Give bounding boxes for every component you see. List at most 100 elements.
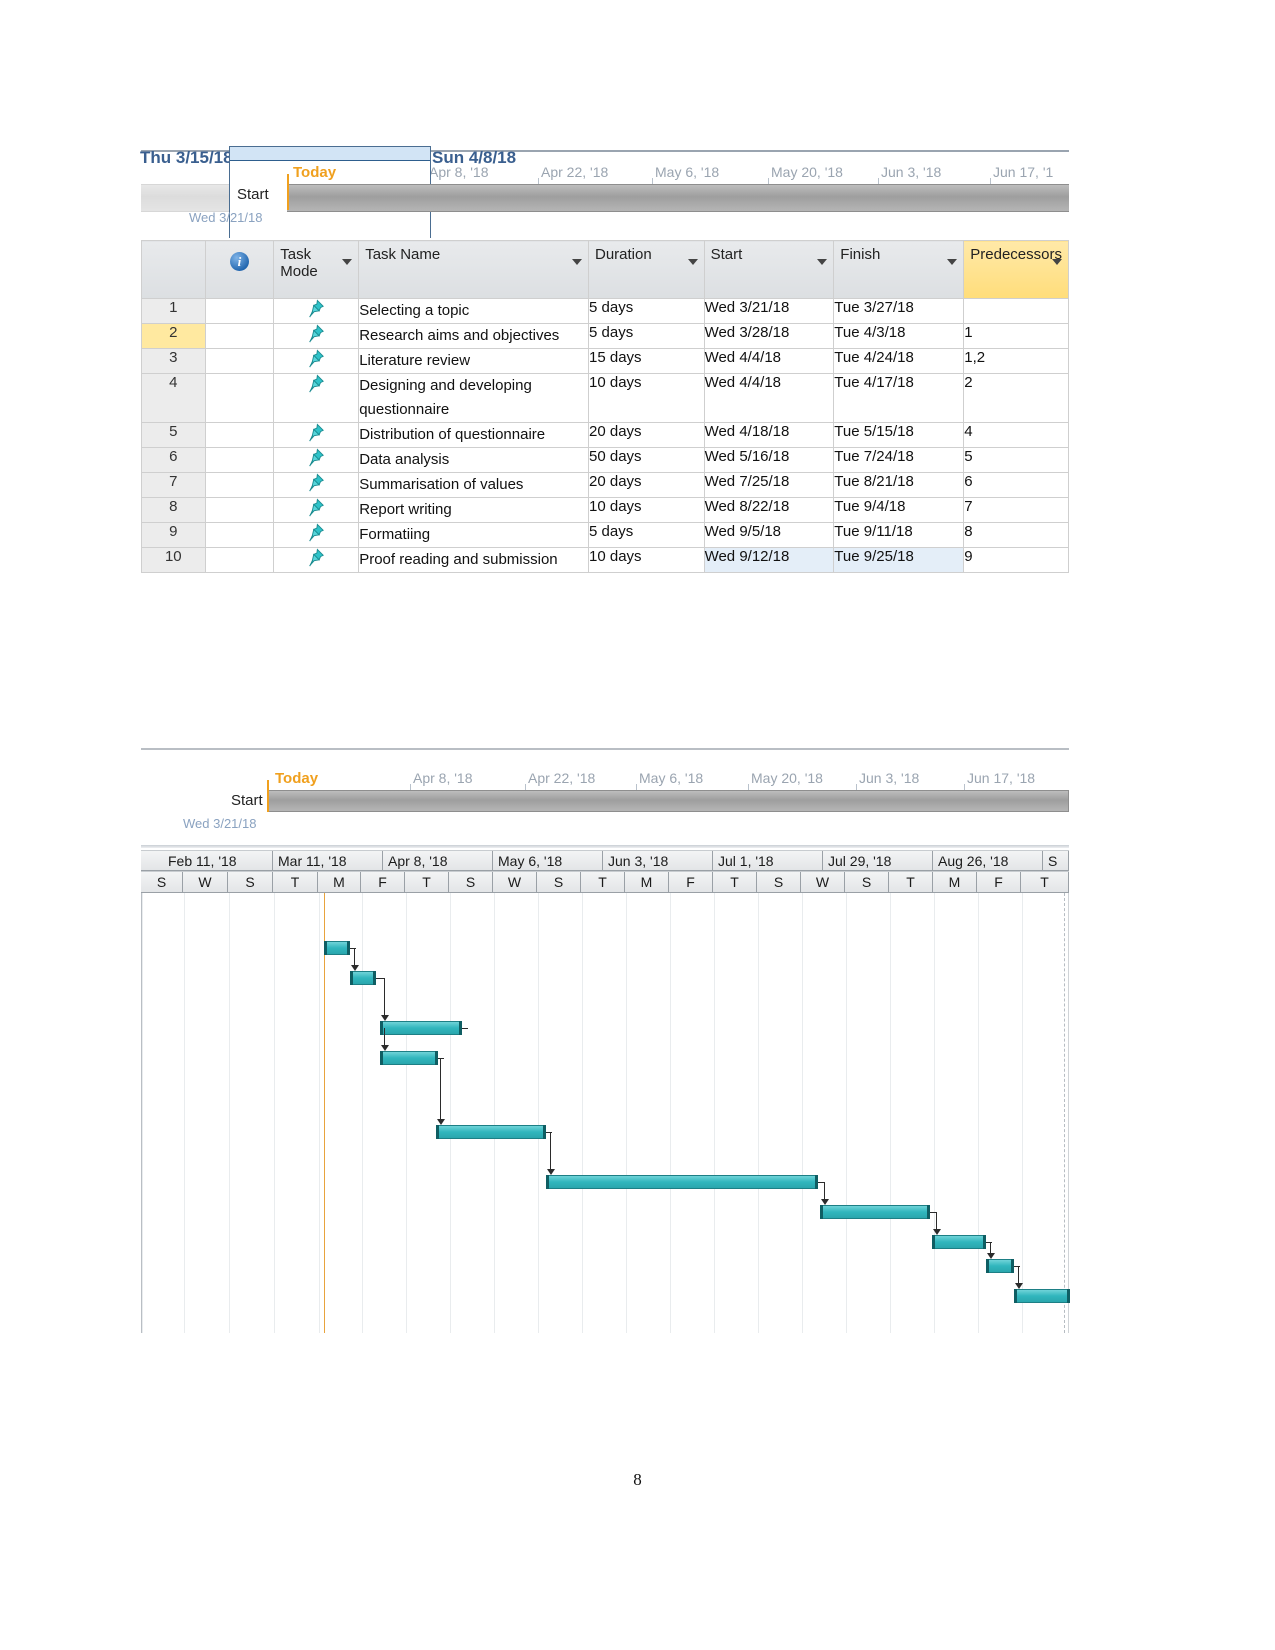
chevron-down-icon[interactable] bbox=[947, 259, 958, 265]
gantt-bar[interactable] bbox=[932, 1235, 986, 1249]
row-task-mode[interactable] bbox=[273, 547, 360, 573]
column-header-start[interactable]: Start bbox=[703, 240, 835, 299]
row-finish[interactable]: Tue 7/24/18 bbox=[833, 447, 965, 473]
row-id[interactable]: 8 bbox=[141, 497, 206, 523]
table-row[interactable]: 5 Distribution of questionnaire 20 days Wed… bbox=[141, 422, 1069, 448]
row-task-name[interactable]: Distribution of questionnaire bbox=[358, 422, 589, 448]
row-predecessors[interactable]: 8 bbox=[963, 522, 1069, 548]
row-predecessors[interactable]: 1 bbox=[963, 323, 1069, 349]
table-row[interactable]: 9 Formatiing 5 days Wed 9/5/18 Tue 9/11/18 8 bbox=[141, 522, 1069, 548]
row-predecessors[interactable]: 9 bbox=[963, 547, 1069, 573]
row-task-name[interactable]: Selecting a topic bbox=[358, 298, 589, 324]
row-id[interactable]: 9 bbox=[141, 522, 206, 548]
row-task-name[interactable]: Report writing bbox=[358, 497, 589, 523]
row-start[interactable]: Wed 4/18/18 bbox=[703, 422, 835, 448]
row-task-mode[interactable] bbox=[273, 497, 360, 523]
row-duration[interactable]: 5 days bbox=[588, 323, 705, 349]
row-task-name[interactable]: Research aims and objectives bbox=[358, 323, 589, 349]
row-duration[interactable]: 15 days bbox=[588, 348, 705, 374]
row-indicator[interactable] bbox=[204, 422, 275, 448]
row-id[interactable]: 3 bbox=[141, 348, 206, 374]
table-row[interactable]: 3 Literature review 15 days Wed 4/4/18 Tue 4… bbox=[141, 348, 1069, 374]
row-start[interactable]: Wed 4/4/18 bbox=[703, 373, 835, 423]
row-indicator[interactable] bbox=[204, 298, 275, 324]
row-duration[interactable]: 10 days bbox=[588, 547, 705, 573]
chevron-down-icon[interactable] bbox=[572, 259, 582, 265]
row-id[interactable]: 4 bbox=[141, 373, 206, 423]
gantt-body[interactable] bbox=[141, 893, 1070, 1333]
gantt-bar[interactable] bbox=[380, 1051, 438, 1065]
row-start[interactable]: Wed 3/21/18 bbox=[703, 298, 835, 324]
row-task-mode[interactable] bbox=[273, 298, 360, 324]
row-indicator[interactable] bbox=[204, 348, 275, 374]
row-indicator[interactable] bbox=[204, 447, 275, 473]
row-task-mode[interactable] bbox=[273, 522, 360, 548]
column-header-finish[interactable]: Finish bbox=[833, 240, 965, 299]
gantt-bar[interactable] bbox=[1014, 1289, 1070, 1303]
row-finish[interactable]: Tue 3/27/18 bbox=[833, 298, 965, 324]
row-indicator[interactable] bbox=[204, 323, 275, 349]
row-start[interactable]: Wed 7/25/18 bbox=[703, 472, 835, 498]
table-row[interactable]: 7 Summarisation of values 20 days Wed 7/25/… bbox=[141, 472, 1069, 498]
row-indicator[interactable] bbox=[204, 522, 275, 548]
timeline-selection-handle[interactable] bbox=[230, 147, 430, 161]
row-finish[interactable]: Tue 9/4/18 bbox=[833, 497, 965, 523]
row-predecessors[interactable]: 1,2 bbox=[963, 348, 1069, 374]
column-header-predecessors[interactable]: Predecessors bbox=[963, 240, 1069, 299]
chevron-down-icon[interactable] bbox=[817, 259, 828, 265]
table-row[interactable]: 10 Proof reading and submission 10 days Wed… bbox=[141, 547, 1069, 573]
chevron-down-icon[interactable] bbox=[342, 259, 353, 265]
row-id[interactable]: 2 bbox=[141, 323, 206, 349]
row-predecessors[interactable]: 6 bbox=[963, 472, 1069, 498]
row-id[interactable]: 7 bbox=[141, 472, 206, 498]
row-task-name[interactable]: Literature review bbox=[358, 348, 589, 374]
row-task-name[interactable]: Summarisation of values bbox=[358, 472, 589, 498]
row-start[interactable]: Wed 9/5/18 bbox=[703, 522, 835, 548]
row-task-mode[interactable] bbox=[273, 447, 360, 473]
gantt-bar[interactable] bbox=[546, 1175, 818, 1189]
row-predecessors[interactable] bbox=[963, 298, 1069, 324]
row-finish[interactable]: Tue 9/11/18 bbox=[833, 522, 965, 548]
row-task-mode[interactable] bbox=[273, 422, 360, 448]
row-predecessors[interactable]: 4 bbox=[963, 422, 1069, 448]
table-row[interactable]: 8 Report writing 10 days Wed 8/22/18 Tue 9/4… bbox=[141, 497, 1069, 523]
row-duration[interactable]: 5 days bbox=[588, 522, 705, 548]
chevron-down-icon[interactable] bbox=[1052, 259, 1062, 265]
row-finish[interactable]: Tue 9/25/18 bbox=[833, 547, 965, 573]
column-header-indicator[interactable]: i bbox=[204, 240, 275, 299]
row-task-name[interactable]: Formatiing bbox=[358, 522, 589, 548]
row-indicator[interactable] bbox=[204, 497, 275, 523]
row-id[interactable]: 6 bbox=[141, 447, 206, 473]
row-task-mode[interactable] bbox=[273, 348, 360, 374]
table-row[interactable]: 6 Data analysis 50 days Wed 5/16/18 Tue 7/24… bbox=[141, 447, 1069, 473]
row-start[interactable]: Wed 4/4/18 bbox=[703, 348, 835, 374]
row-indicator[interactable] bbox=[204, 547, 275, 573]
row-indicator[interactable] bbox=[204, 472, 275, 498]
row-finish[interactable]: Tue 8/21/18 bbox=[833, 472, 965, 498]
row-predecessors[interactable]: 7 bbox=[963, 497, 1069, 523]
row-finish[interactable]: Tue 4/3/18 bbox=[833, 323, 965, 349]
row-duration[interactable]: 10 days bbox=[588, 373, 705, 423]
row-task-mode[interactable] bbox=[273, 323, 360, 349]
row-indicator[interactable] bbox=[204, 373, 275, 423]
row-duration[interactable]: 20 days bbox=[588, 422, 705, 448]
column-header-id[interactable] bbox=[141, 240, 206, 299]
table-row[interactable]: 2 Research aims and objectives 5 days Wed 3… bbox=[141, 323, 1069, 349]
row-start[interactable]: Wed 5/16/18 bbox=[703, 447, 835, 473]
gantt-bar[interactable] bbox=[324, 941, 350, 955]
row-start[interactable]: Wed 3/28/18 bbox=[703, 323, 835, 349]
row-duration[interactable]: 20 days bbox=[588, 472, 705, 498]
gantt-bar[interactable] bbox=[820, 1205, 930, 1219]
row-id[interactable]: 10 bbox=[141, 547, 206, 573]
chevron-down-icon[interactable] bbox=[687, 259, 698, 265]
table-row[interactable]: 4 Designing and developing questionnaire 1… bbox=[141, 373, 1069, 423]
row-id[interactable]: 5 bbox=[141, 422, 206, 448]
row-duration[interactable]: 10 days bbox=[588, 497, 705, 523]
gantt-bar[interactable] bbox=[380, 1021, 462, 1035]
row-task-mode[interactable] bbox=[273, 373, 360, 423]
gantt-bar[interactable] bbox=[986, 1259, 1014, 1273]
row-finish[interactable]: Tue 4/17/18 bbox=[833, 373, 965, 423]
column-header-task-name[interactable]: Task Name bbox=[358, 240, 589, 299]
row-finish[interactable]: Tue 5/15/18 bbox=[833, 422, 965, 448]
row-task-name[interactable]: Designing and developing questionnaire bbox=[358, 373, 589, 423]
